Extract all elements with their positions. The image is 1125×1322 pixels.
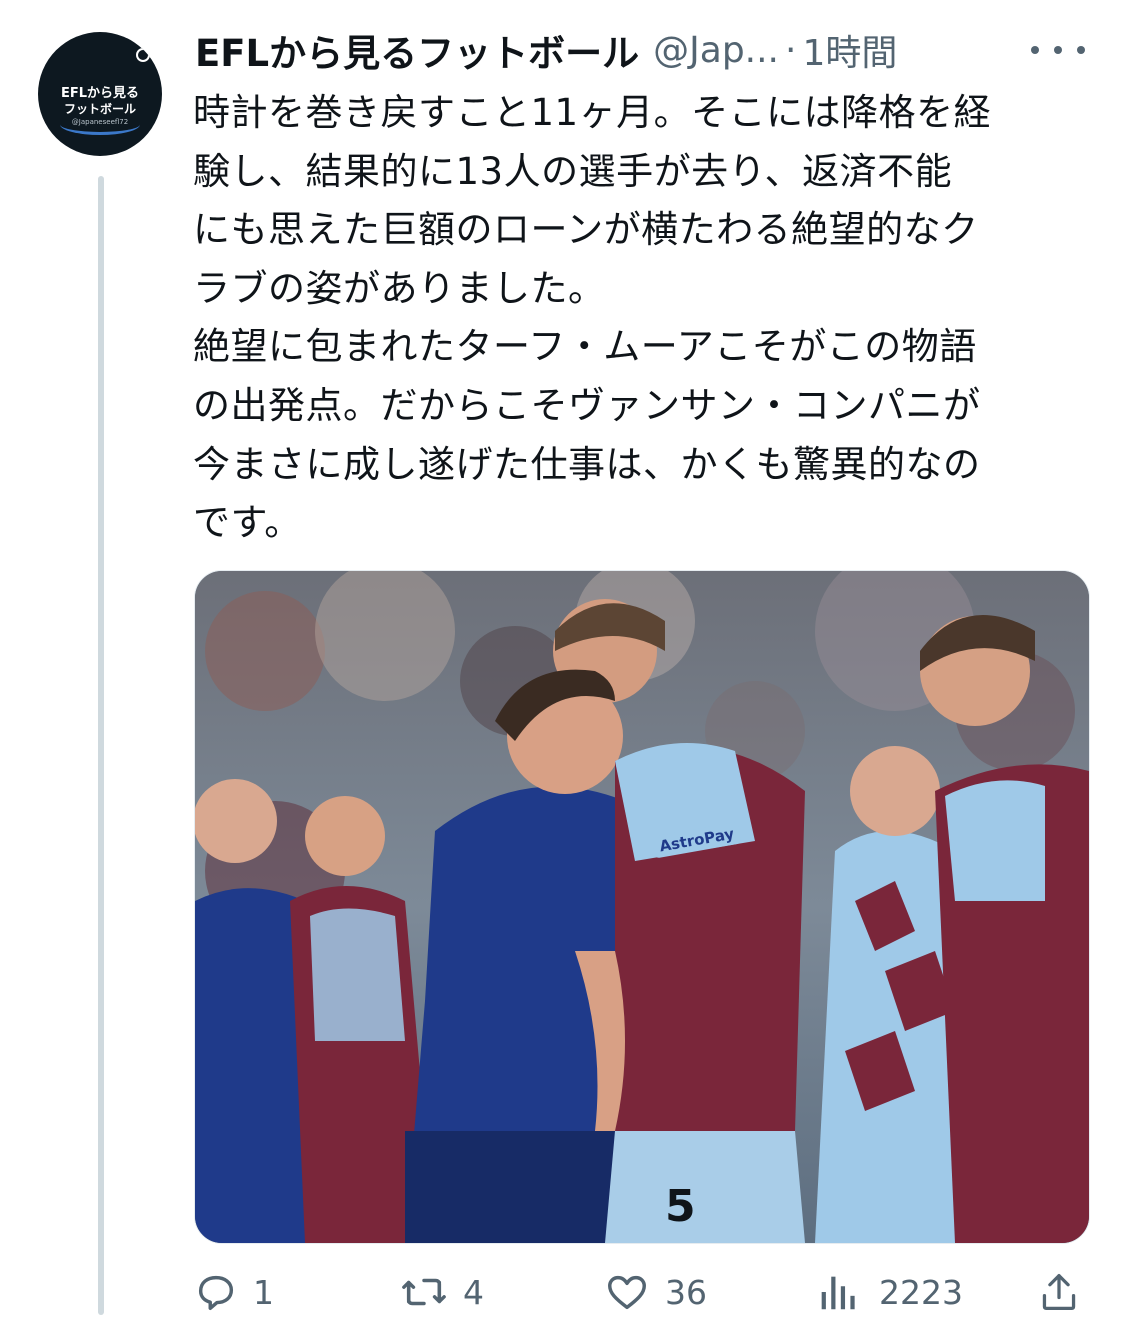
share-button[interactable] bbox=[1039, 1262, 1079, 1322]
reply-count: 1 bbox=[253, 1272, 274, 1312]
avatar-text-handle: @Japaneseefl72 bbox=[71, 118, 129, 126]
views-button[interactable]: 2223 bbox=[817, 1262, 963, 1322]
tweet-action-bar: 1 4 36 2223 bbox=[193, 1262, 1093, 1322]
reply-icon bbox=[198, 1275, 234, 1311]
tweet-text-line: 時計を巻き戻すこと11ヶ月。そこには降格を経 bbox=[193, 91, 992, 134]
tweet-text-line: にも思えた巨額のローンが横たわる絶望的なク bbox=[193, 208, 979, 252]
share-icon bbox=[1042, 1274, 1076, 1310]
like-count: 36 bbox=[665, 1272, 707, 1312]
tweet-timestamp[interactable]: 1時間 bbox=[802, 24, 897, 76]
tweet-text-line: の出発点。だからこそヴァンサン・コンパニが bbox=[193, 383, 981, 427]
tweet-text-line: 絶望に包まれたターフ・ムーアこそがこの物語 bbox=[193, 325, 977, 369]
tweet-text-line: ラブの姿がありました。 bbox=[193, 266, 606, 310]
retweet-icon bbox=[402, 1278, 446, 1306]
like-button[interactable]: 36 bbox=[603, 1262, 707, 1322]
photo-illustration bbox=[195, 571, 1089, 1243]
tweet-text-line: です。 bbox=[193, 501, 302, 545]
thread-line bbox=[98, 176, 104, 1315]
tweet-header: EFLから見るフットボール @Jap... · 1時間 bbox=[195, 23, 1095, 77]
tweet-text-line: 今まさに成し遂げた仕事は、かくも驚異的なの bbox=[193, 442, 981, 486]
views-icon bbox=[821, 1276, 855, 1310]
author-handle[interactable]: @Jap... bbox=[653, 30, 779, 71]
retweet-count: 4 bbox=[463, 1272, 484, 1312]
author-avatar[interactable]: EFLから見る フットボール @Japaneseefl72 bbox=[38, 32, 162, 156]
author-name[interactable]: EFLから見るフットボール bbox=[195, 23, 639, 77]
tweet-photo[interactable]: AstroPay 5 bbox=[194, 570, 1090, 1244]
retweet-button[interactable]: 4 bbox=[399, 1262, 484, 1322]
separator-dot: · bbox=[785, 29, 797, 71]
more-icon[interactable] bbox=[1031, 43, 1085, 57]
views-count: 2223 bbox=[879, 1272, 963, 1312]
reply-button[interactable]: 1 bbox=[193, 1262, 274, 1322]
tweet-text-line: 験し、結果的に13人の選手が去り、返済不能 bbox=[193, 149, 953, 193]
tweet-text: 時計を巻き戻すこと11ヶ月。そこには降格を経 験し、結果的に13人の選手が去り、… bbox=[193, 84, 1093, 553]
football-icon bbox=[136, 48, 150, 62]
avatar-text-line1: EFLから見る bbox=[60, 86, 140, 101]
like-icon bbox=[608, 1275, 646, 1310]
jersey-number: 5 bbox=[665, 1181, 696, 1232]
